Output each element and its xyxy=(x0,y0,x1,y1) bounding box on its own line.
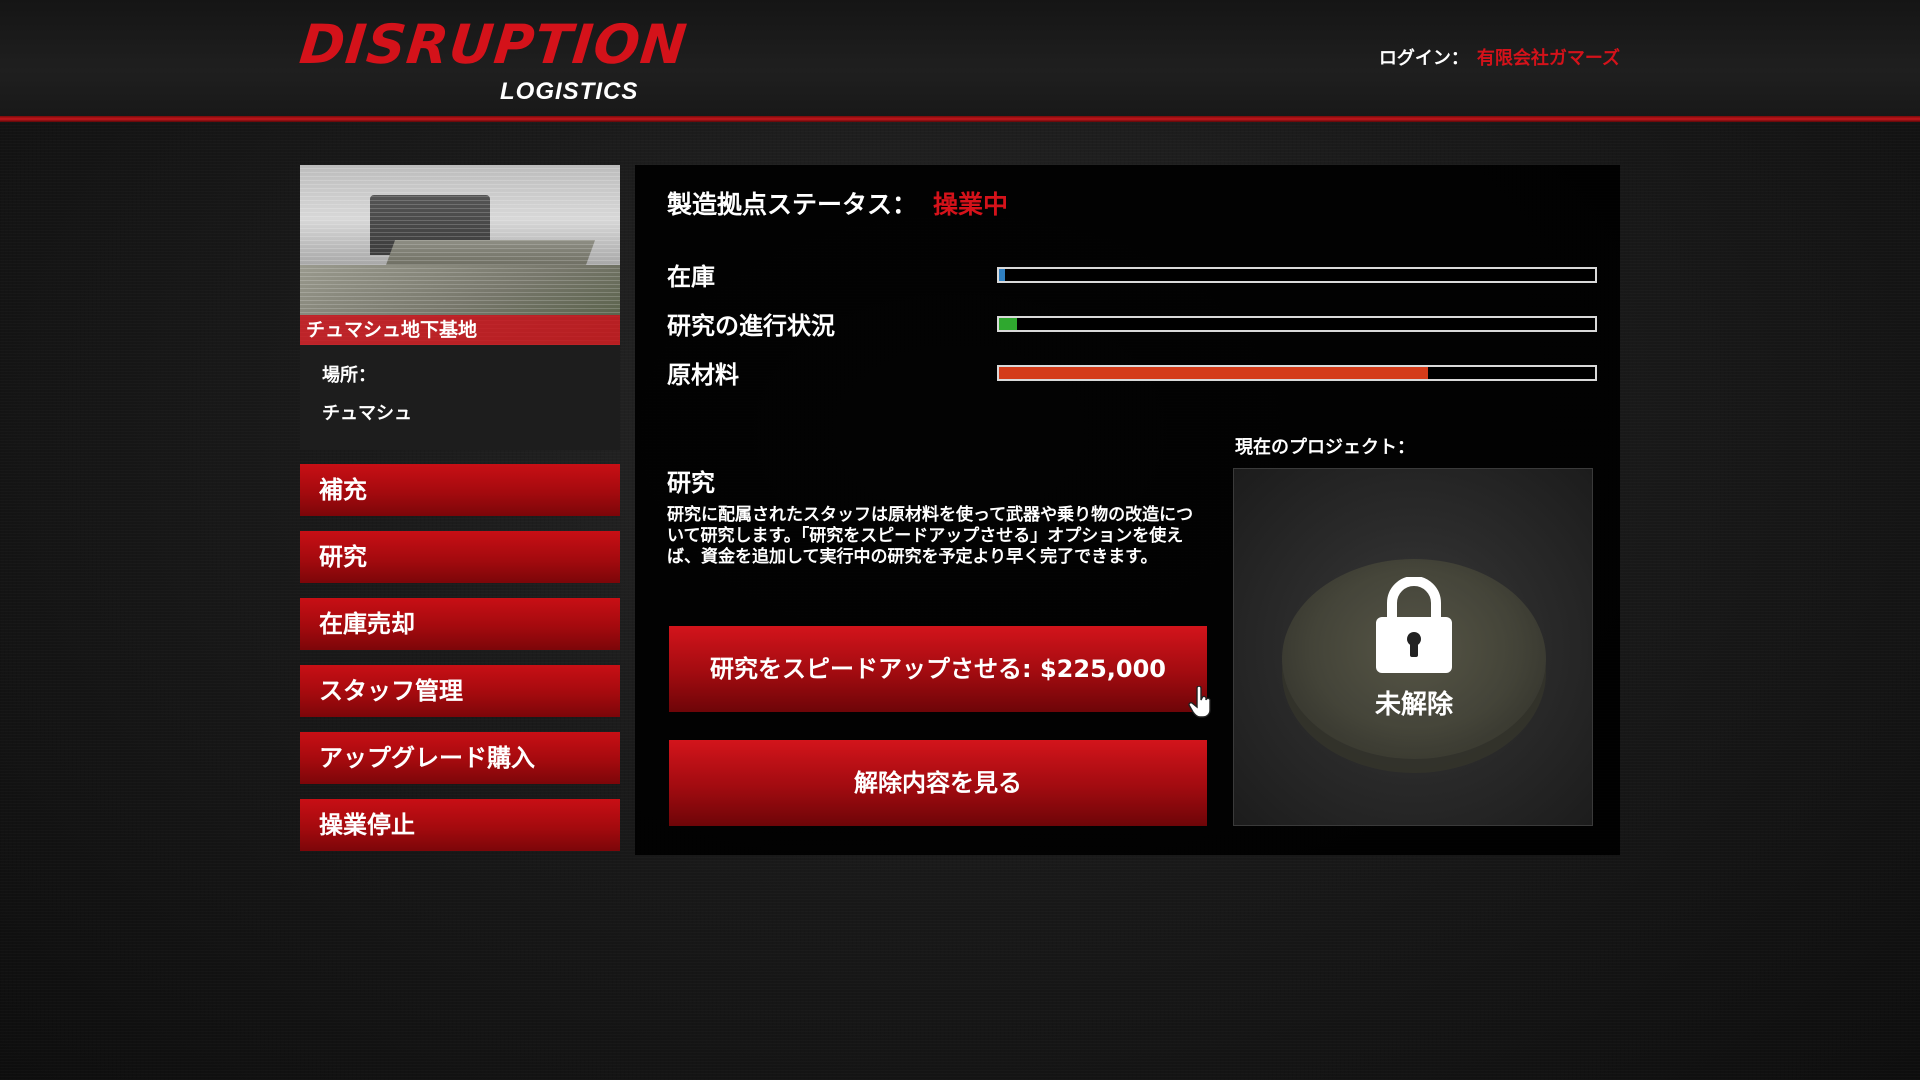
login-label: ログイン： xyxy=(1378,48,1469,69)
side-menu: 補充 研究 在庫売却 スタッフ管理 アップグレード購入 操業停止 xyxy=(300,464,620,851)
menu-item-staff[interactable]: スタッフ管理 xyxy=(300,665,620,717)
left-column: チュマシュ地下基地 場所： チュマシュ 補充 研究 在庫売却 スタッフ管理 アッ… xyxy=(300,165,620,866)
speed-up-research-button[interactable]: 研究をスピードアップさせる: $225,000 xyxy=(669,626,1207,712)
research-title: 研究 xyxy=(667,469,715,497)
base-image: チュマシュ地下基地 xyxy=(300,165,620,345)
location-label: 場所： xyxy=(322,365,376,386)
login-user: 有限会社ガマーズ xyxy=(1476,48,1620,69)
main-panel: 製造拠点ステータス： 操業中 在庫 研究の進行状況 原材料 研究 研究に配属された… xyxy=(635,165,1620,855)
stat-label-supplies: 原材料 xyxy=(667,361,739,389)
stat-label-research: 研究の進行状況 xyxy=(667,312,835,340)
status-line: 製造拠点ステータス： 操業中 xyxy=(667,185,1008,221)
logo-sub: LOGISTICS xyxy=(500,78,639,105)
supplies-bar-fill xyxy=(999,367,1429,379)
hand-cursor-icon xyxy=(1188,686,1211,718)
current-project-label: 現在のプロジェクト： xyxy=(1235,437,1415,458)
base-name: チュマシュ地下基地 xyxy=(300,315,620,345)
menu-item-upgrades[interactable]: アップグレード購入 xyxy=(300,732,620,784)
base-card: チュマシュ地下基地 場所： チュマシュ xyxy=(300,165,620,450)
stat-label-stock: 在庫 xyxy=(667,263,715,291)
status-label: 製造拠点ステータス： xyxy=(667,190,918,219)
location-value: チュマシュ xyxy=(322,403,412,424)
header: DISRUPTION LOGISTICS ログイン： 有限会社ガマーズ xyxy=(0,0,1920,118)
supplies-bar xyxy=(997,365,1597,381)
research-description: 研究に配属されたスタッフは原材料を使って武器や乗り物の改造について研究します。「… xyxy=(667,505,1194,567)
lock-icon xyxy=(1376,577,1452,673)
stock-bar-fill xyxy=(999,269,1005,281)
project-status: 未解除 xyxy=(1374,690,1453,720)
research-progress-bar-fill xyxy=(999,318,1017,330)
research-progress-bar xyxy=(997,316,1597,332)
menu-item-sell-stock[interactable]: 在庫売却 xyxy=(300,598,620,650)
menu-item-resupply[interactable]: 補充 xyxy=(300,464,620,516)
status-value: 操業中 xyxy=(933,190,1009,219)
menu-item-research[interactable]: 研究 xyxy=(300,531,620,583)
stat-row-stock: 在庫 xyxy=(667,261,1607,293)
logo-main: DISRUPTION xyxy=(296,13,691,76)
stat-row-supplies: 原材料 xyxy=(667,359,1607,391)
logo: DISRUPTION LOGISTICS xyxy=(297,13,690,108)
stat-row-research: 研究の進行状況 xyxy=(667,310,1607,342)
current-project-panel: 未解除 xyxy=(1233,468,1593,826)
page: DISRUPTION LOGISTICS ログイン： 有限会社ガマーズ チュマシュ… xyxy=(0,0,1920,1080)
menu-item-shutdown[interactable]: 操業停止 xyxy=(300,799,620,851)
view-unlocks-button[interactable]: 解除内容を見る xyxy=(669,740,1207,826)
stock-bar xyxy=(997,267,1597,283)
header-divider xyxy=(0,116,1920,122)
login-info: ログイン： 有限会社ガマーズ xyxy=(1379,44,1620,70)
